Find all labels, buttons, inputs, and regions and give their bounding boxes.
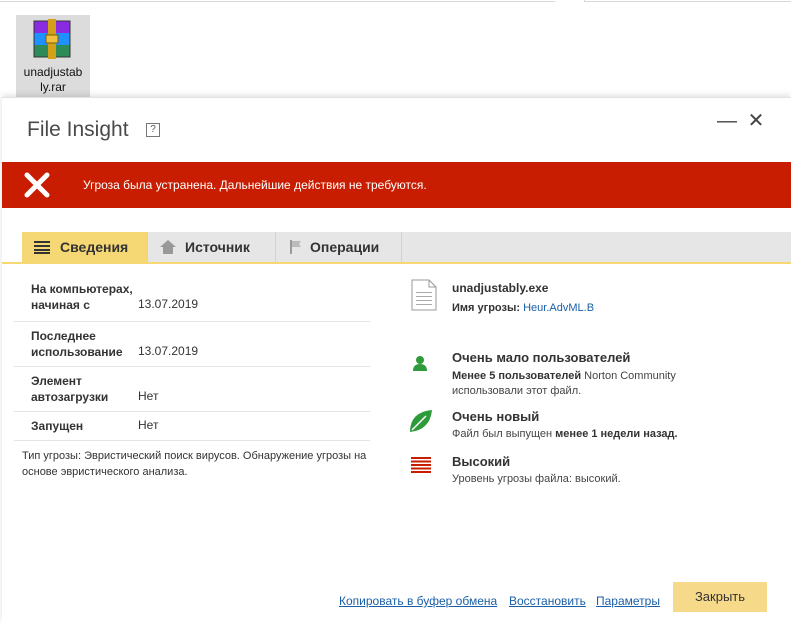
tab-source[interactable]: Источник: [148, 232, 276, 262]
close-icon[interactable]: ✕: [745, 110, 767, 132]
age-bold: менее 1 недели назад.: [555, 428, 678, 440]
restore-link[interactable]: Восстановить: [509, 594, 586, 608]
winrar-archive-icon: [33, 19, 71, 59]
age-text: Файл был выпущен менее 1 недели назад.: [452, 427, 678, 442]
file-name: unadjustably.exe: [452, 281, 549, 295]
threat-name-line: Имя угрозы: Heur.AdvML.B: [452, 301, 594, 316]
copy-to-clipboard-link[interactable]: Копировать в буфер обмена: [339, 594, 497, 608]
tab-details[interactable]: Сведения: [22, 232, 148, 262]
flag-icon: [290, 240, 301, 254]
detail-row: Запущен Нет: [14, 412, 370, 441]
x-mark-icon: [24, 172, 50, 198]
user-icon: [413, 356, 427, 371]
users-community: Norton Community: [581, 370, 676, 382]
detail-value: Нет: [138, 389, 159, 403]
document-icon: [411, 279, 437, 311]
tab-details-label: Сведения: [60, 239, 129, 255]
window-edge: [584, 0, 791, 2]
help-icon[interactable]: ?: [146, 123, 160, 137]
users-text: Менее 5 пользователей Norton Community и…: [452, 369, 676, 399]
file-label-line1: unadjustab: [23, 65, 83, 79]
users-title: Очень мало пользователей: [452, 350, 631, 365]
detail-value: Нет: [138, 418, 159, 432]
detail-value: 13.07.2019: [138, 344, 199, 358]
desktop-file-label: unadjustab ly.rar: [16, 65, 90, 95]
desktop-area: unadjustab ly.rar: [0, 0, 791, 100]
age-prefix: Файл был выпущен: [452, 428, 556, 440]
tab-operations-label: Операции: [310, 239, 380, 255]
banner-message: Угроза была устранена. Дальнейшие действ…: [83, 178, 427, 192]
status-banner: Угроза была устранена. Дальнейшие действ…: [2, 162, 791, 208]
tab-operations[interactable]: Операции: [276, 232, 402, 262]
threat-name-link[interactable]: Heur.AdvML.B: [523, 302, 594, 314]
list-icon: [34, 241, 50, 254]
users-count: Менее 5 пользователей: [452, 370, 582, 382]
tab-underline: [2, 262, 791, 264]
detail-label: Элемент автозагрузки: [31, 374, 109, 404]
tab-source-label: Источник: [185, 239, 250, 255]
details-table: На компьютерах, начиная с 13.07.2019 Пос…: [14, 278, 370, 441]
file-insight-dialog: File Insight ? — ✕ Угроза была устранена…: [2, 97, 791, 623]
detail-label: Последнее использование: [31, 329, 123, 359]
desktop-file-icon[interactable]: unadjustab ly.rar: [16, 15, 90, 98]
risk-title: Высокий: [452, 454, 511, 469]
threat-level-icon: [411, 457, 431, 473]
close-button[interactable]: Закрыть: [673, 582, 767, 612]
tab-bar: Сведения Источник Операции: [22, 232, 791, 262]
settings-link[interactable]: Параметры: [596, 594, 660, 608]
users-line2: использовали этот файл.: [452, 385, 582, 397]
detail-label: Запущен: [31, 419, 84, 433]
dialog-title: File Insight: [27, 118, 129, 141]
minimize-button[interactable]: —: [716, 110, 738, 132]
detail-value: 13.07.2019: [138, 297, 199, 311]
home-icon: [160, 240, 176, 254]
threat-name-label: Имя угрозы:: [452, 302, 521, 314]
file-label-line2: ly.rar: [40, 80, 66, 94]
leaf-icon: [410, 410, 432, 432]
age-title: Очень новый: [452, 409, 540, 424]
detail-row: На компьютерах, начиная с 13.07.2019: [14, 278, 370, 322]
detail-row: Элемент автозагрузки Нет: [14, 367, 370, 412]
detail-label: На компьютерах, начиная с: [31, 282, 133, 312]
risk-text: Уровень угрозы файла: высокий.: [452, 473, 621, 485]
window-edge: [0, 0, 555, 2]
detail-row: Последнее использование 13.07.2019: [14, 322, 370, 367]
threat-type-note: Тип угрозы: Эвристический поиск вирусов.…: [22, 450, 367, 478]
